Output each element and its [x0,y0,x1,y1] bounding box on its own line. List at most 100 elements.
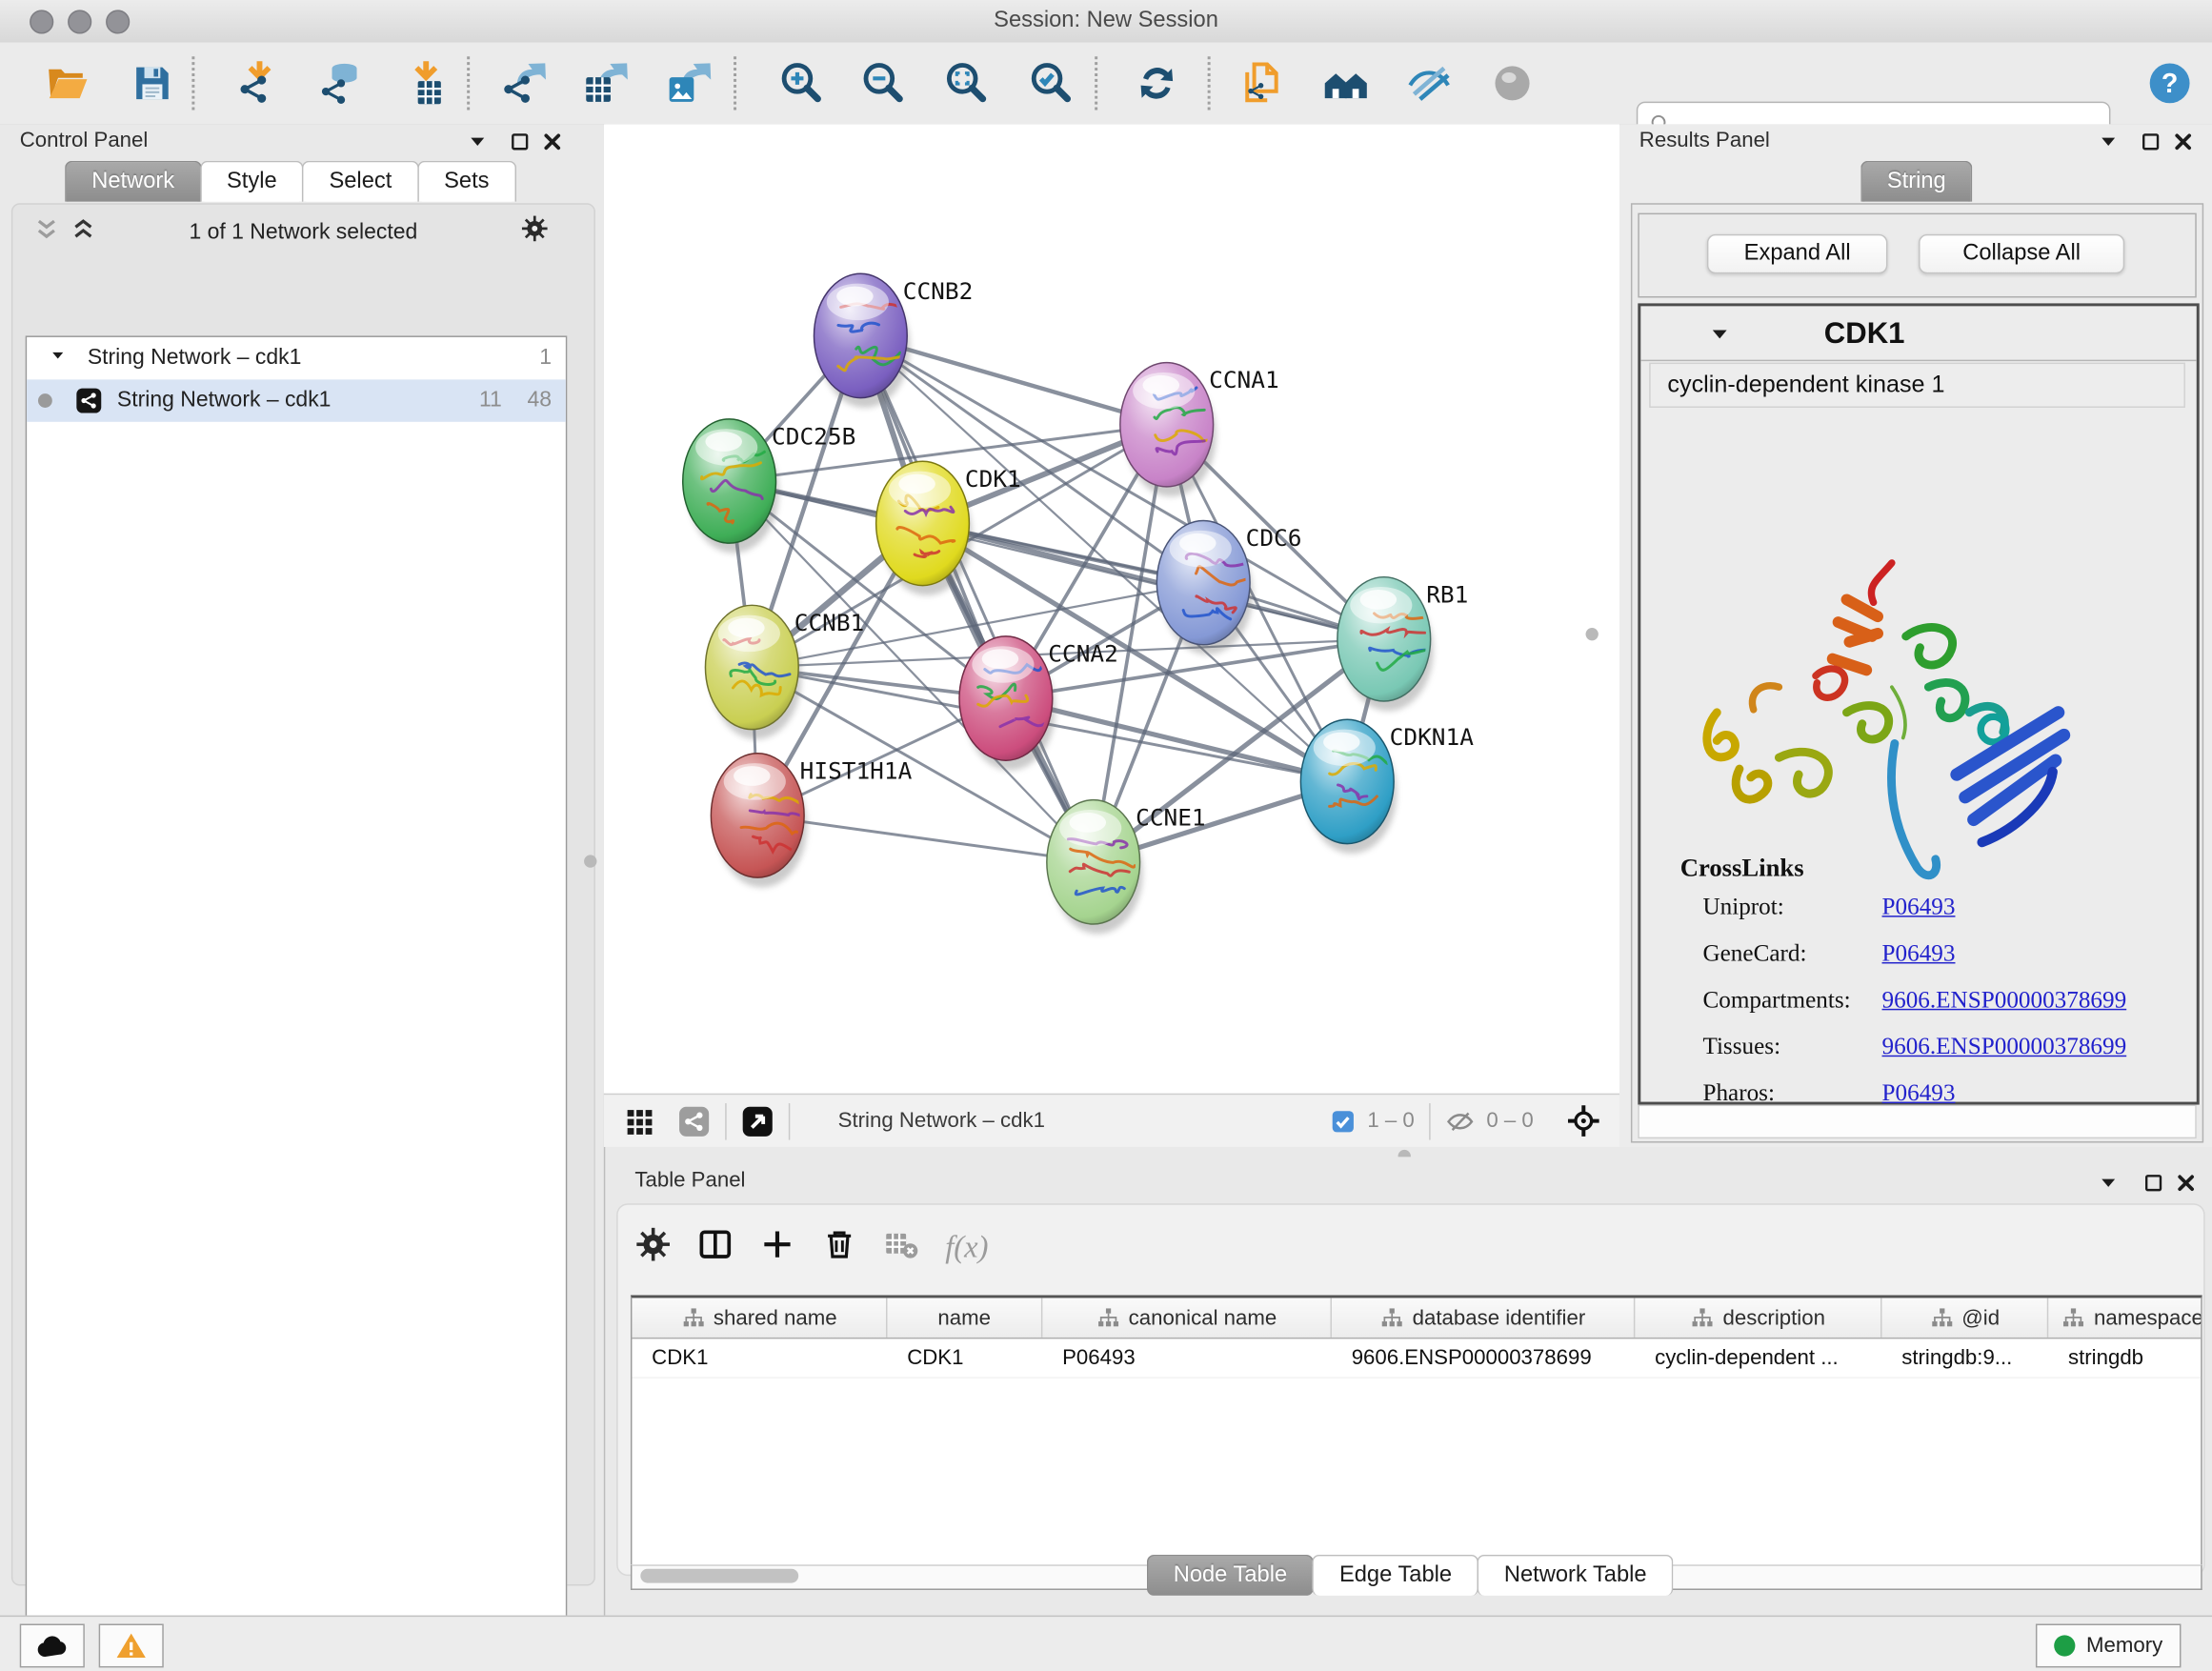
left-splitter-handle[interactable] [584,855,596,867]
column-header-database-identifier[interactable]: database identifier [1332,1298,1635,1337]
tab-select[interactable]: Select [302,161,418,202]
column-header-shared-name[interactable]: shared name [632,1298,887,1337]
results-collapse-button[interactable] [2094,127,2122,155]
collapse-all-button[interactable]: Collapse All [1919,234,2124,273]
crosslink-value-link[interactable]: P06493 [1882,893,1956,921]
tree-hierarchy-icon [1929,1306,1953,1330]
copy-share-icon[interactable] [1236,58,1286,109]
save-session-icon[interactable] [127,58,177,109]
node-HIST1H1A[interactable]: HIST1H1A [711,754,912,888]
crosslink-value-link[interactable]: P06493 [1882,1079,1956,1108]
network-tree: String Network – cdk1 1 String Network –… [26,335,568,1661]
import-table-icon[interactable] [401,58,452,109]
grid-view-icon[interactable] [624,1105,655,1137]
node-label-CCNB1: CCNB1 [794,609,865,636]
tab-sets[interactable]: Sets [417,161,516,202]
table-cell[interactable]: CDK1 [632,1339,887,1377]
table-collapse-button[interactable] [2094,1168,2122,1197]
results-panel: Results Panel String Expand All Collapse… [1619,124,2212,1147]
node-CDK1[interactable]: CDK1 [876,461,1021,595]
crosslink-value-link[interactable]: 9606.ENSP00000378699 [1882,986,2127,1015]
table-cell[interactable]: 9606.ENSP00000378699 [1332,1339,1635,1377]
table-close-button[interactable] [2171,1168,2200,1197]
crosslink-value-link[interactable]: P06493 [1882,939,1956,968]
node-CCNE1[interactable]: CCNE1 [1047,800,1206,935]
delete-column-icon[interactable] [821,1225,858,1269]
cloud-button[interactable] [20,1624,85,1668]
tab-network-table[interactable]: Network Table [1478,1555,1674,1596]
open-session-icon[interactable] [42,58,92,109]
table-cell[interactable]: cyclin-dependent ... [1635,1339,1881,1377]
right-splitter-handle[interactable] [1586,628,1599,640]
network-view-title: String Network – cdk1 [838,1109,1045,1133]
hidden-eye-icon[interactable] [1444,1105,1476,1137]
preview-icon[interactable] [1487,58,1538,109]
protein-details-card: CDK1 cyclin-dependent kinase 1 [1638,303,2199,1104]
table-cell[interactable]: CDK1 [887,1339,1042,1377]
table-float-button[interactable] [2139,1168,2167,1197]
panel-float-button[interactable] [505,127,533,155]
import-database-icon[interactable] [316,58,367,109]
zoom-selected-icon[interactable] [1026,58,1076,109]
tab-network[interactable]: Network [65,161,201,202]
panel-close-button[interactable] [537,127,566,155]
selected-checkbox-icon[interactable] [1331,1108,1357,1134]
network-share-gray-icon[interactable] [677,1104,712,1138]
results-footer-strip [1638,1105,2196,1139]
network-row-selected[interactable]: String Network – cdk1 11 48 [27,379,566,421]
tree-expander-icon[interactable] [27,346,66,372]
column-header-canonical-name[interactable]: canonical name [1042,1298,1332,1337]
export-table-icon[interactable] [583,58,633,109]
show-columns-icon[interactable] [697,1225,734,1269]
table-cell[interactable]: stringdb:9... [1882,1339,2049,1377]
edge-HIST1H1A-CCNE1 [757,815,1093,862]
panel-collapse-button[interactable] [463,127,492,155]
crosslink-value-link[interactable]: 9606.ENSP00000378699 [1882,1033,2127,1061]
node-table[interactable]: shared namenamecanonical namedatabase id… [631,1295,2202,1565]
column-header-name[interactable]: name [887,1298,1042,1337]
table-cell[interactable]: P06493 [1042,1339,1332,1377]
selected-count: 1 – 0 [1367,1109,1414,1133]
network-view-canvas[interactable]: CCNB2CCNA1CDC25BCDK1CDC6RB1CCNB1CCNA2CDK… [604,124,1619,1093]
node-label-CDK1: CDK1 [965,465,1021,493]
results-float-button[interactable] [2136,127,2164,155]
column-header--id[interactable]: @id [1882,1298,2049,1337]
column-header-description[interactable]: description [1635,1298,1881,1337]
home-network-icon[interactable] [1320,58,1371,109]
table-settings-gear-icon[interactable] [634,1225,672,1269]
column-header-namespace[interactable]: namespace [2048,1298,2202,1337]
export-image-icon[interactable] [666,58,716,109]
network-options-gear-icon[interactable] [520,214,549,243]
add-column-icon[interactable] [759,1225,796,1269]
tab-string[interactable]: String [1860,161,1973,202]
table-cell[interactable]: stringdb [2048,1339,2202,1377]
table-row[interactable]: CDK1CDK1P064939606.ENSP00000378699cyclin… [632,1339,2201,1378]
network-collection-row[interactable]: String Network – cdk1 1 [27,337,566,379]
help-button[interactable]: ? [2144,58,2195,109]
node-CDC6[interactable]: CDC6 [1156,520,1301,654]
refresh-icon[interactable] [1132,58,1182,109]
svg-text:?: ? [2162,69,2179,99]
zoom-out-icon[interactable] [857,58,908,109]
export-network-icon[interactable] [501,58,552,109]
protein-expander-icon[interactable] [1708,323,1731,346]
tab-style[interactable]: Style [200,161,304,202]
tab-edge-table[interactable]: Edge Table [1313,1555,1478,1596]
hide-unhide-icon[interactable] [1403,58,1454,109]
birdseye-view-icon[interactable] [740,1104,774,1138]
node-CCNA2[interactable]: CCNA2 [959,636,1118,771]
string-network-graph[interactable]: CCNB2CCNA1CDC25BCDK1CDC6RB1CCNB1CCNA2CDK… [604,124,1619,1093]
node-CCNA1[interactable]: CCNA1 [1120,363,1279,497]
zoom-fit-icon[interactable] [941,58,992,109]
zoom-in-icon[interactable] [775,58,826,109]
node-RB1[interactable]: RB1 [1337,577,1468,712]
warning-button[interactable] [99,1624,164,1668]
table-header-row: shared namenamecanonical namedatabase id… [632,1298,2201,1339]
results-close-button[interactable] [2168,127,2197,155]
memory-button[interactable]: Memory [2036,1624,2182,1668]
crosshair-icon[interactable] [1564,1102,1602,1140]
import-network-icon[interactable] [234,58,285,109]
expand-all-button[interactable]: Expand All [1707,234,1888,273]
tab-node-table[interactable]: Node Table [1147,1555,1315,1596]
node-CDKN1A[interactable]: CDKN1A [1300,719,1474,854]
